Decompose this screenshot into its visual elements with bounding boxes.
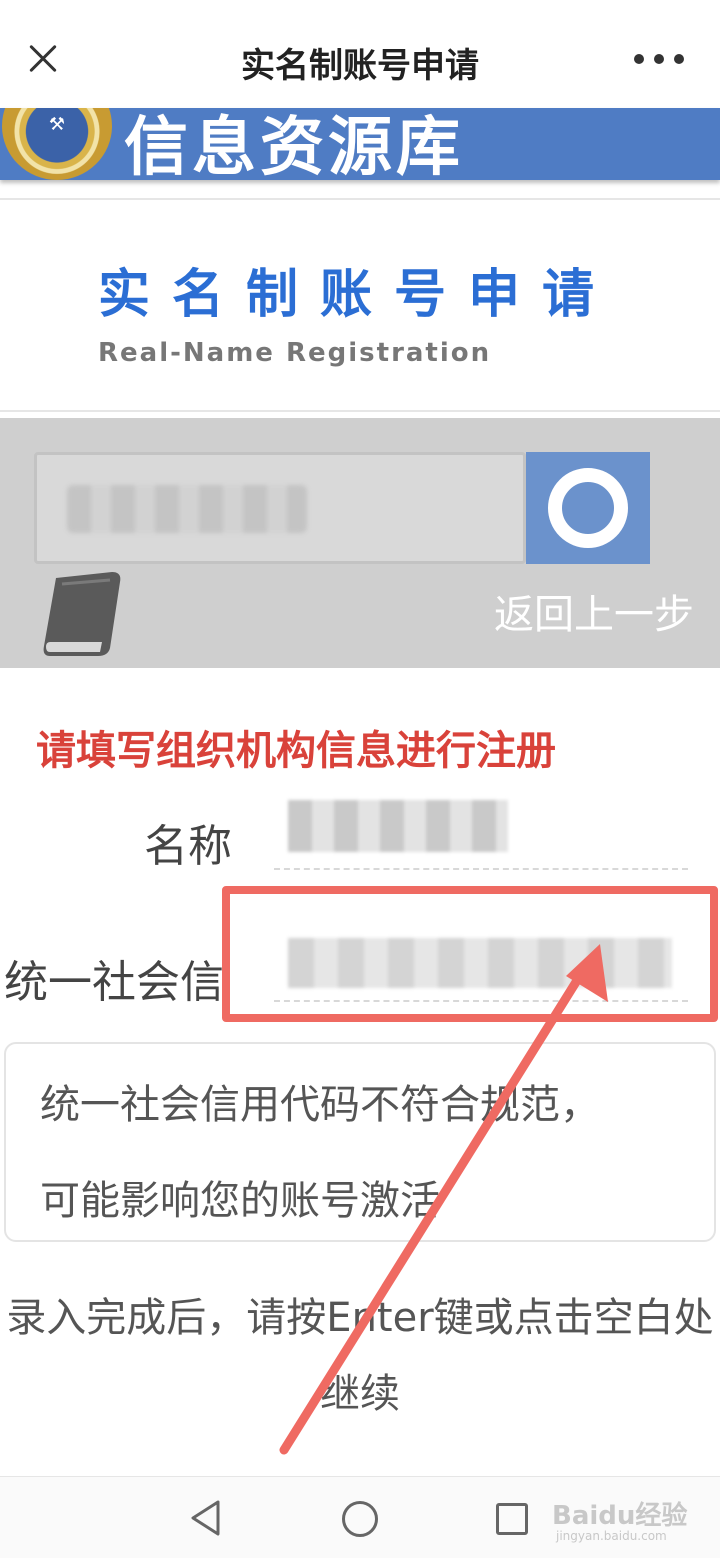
highlight-box [222,886,718,1022]
search-area: 返回上一步 [0,418,720,668]
site-banner: ⚒ 信息资源库 [0,108,720,180]
search-input[interactable] [34,452,526,564]
more-icon[interactable] [634,54,684,66]
registration-form: 请填写组织机构信息进行注册 名称 统一社会信 统一社会信用代码不符合规范， 可能… [0,668,720,1476]
registration-subtitle: Real-Name Registration [98,338,492,368]
search-icon [548,468,628,548]
blurred-search-text [67,485,307,533]
name-label: 名称 [144,821,232,872]
nav-recent-icon[interactable] [496,1503,528,1535]
book-icon[interactable] [40,570,126,660]
notice-line-1: 统一社会信用代码不符合规范， [40,1082,600,1128]
top-bar: 实名制账号申请 [0,0,720,108]
validation-notice: 统一社会信用代码不符合规范， 可能影响您的账号激活 [4,1042,716,1242]
credit-code-label: 统一社会信 [4,957,224,1008]
nav-home-icon[interactable] [342,1501,378,1537]
notice-line-2: 可能影响您的账号激活 [40,1178,440,1224]
search-button[interactable] [526,452,650,564]
registration-title: 实名制账号申请 [98,265,617,325]
emblem-icon: ⚒ [2,108,112,180]
blurred-name-value [288,800,508,852]
back-link[interactable]: 返回上一步 [494,582,694,640]
name-input[interactable] [274,796,688,870]
watermark-url: jingyan.baidu.com [556,1529,667,1543]
continue-hint: 录入完成后，请按Enter键或点击空白处继续 [6,1295,714,1417]
registration-header: 实名制账号申请 Real-Name Registration [0,198,720,412]
form-heading: 请填写组织机构信息进行注册 [36,728,556,774]
banner-title: 信息资源库 [124,111,464,180]
page-title: 实名制账号申请 [241,46,479,86]
nav-back-icon[interactable] [188,1499,224,1537]
system-nav-bar: Baidu经验 jingyan.baidu.com [0,1476,720,1558]
watermark: Baidu经验 [552,1501,688,1531]
